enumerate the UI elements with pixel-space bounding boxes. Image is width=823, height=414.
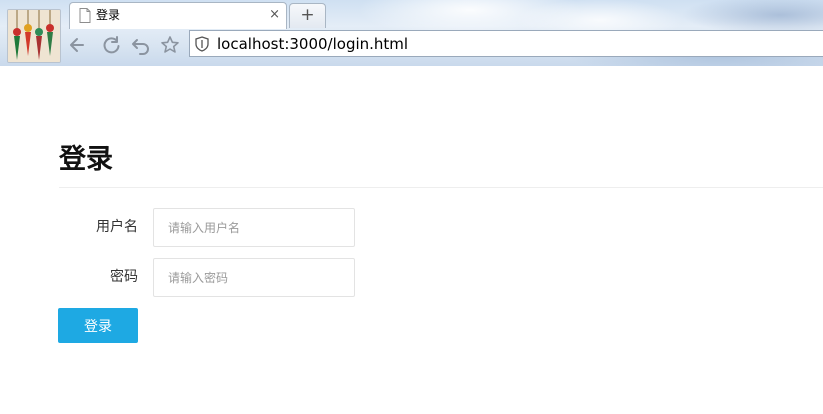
new-tab-button[interactable]: + — [289, 3, 326, 28]
address-url: localhost:3000/login.html — [217, 35, 409, 53]
title-divider — [59, 187, 823, 188]
back-icon[interactable] — [67, 35, 87, 55]
close-tab-icon[interactable]: × — [269, 7, 280, 23]
login-button[interactable]: 登录 — [58, 308, 138, 343]
address-bar[interactable]: localhost:3000/login.html — [189, 30, 823, 57]
profile-avatar[interactable] — [7, 9, 61, 63]
username-input[interactable] — [153, 208, 355, 247]
username-label: 用户名 — [96, 219, 138, 235]
page-icon — [79, 8, 91, 23]
reload-icon[interactable] — [102, 35, 122, 55]
password-input[interactable] — [153, 258, 355, 297]
avatar-image — [8, 10, 60, 62]
page-title: 登录 — [59, 144, 113, 175]
browser-chrome: 登录 × + localhost:3000/login.html — [0, 0, 823, 66]
undo-icon[interactable] — [131, 35, 151, 55]
shield-icon[interactable] — [195, 36, 209, 52]
browser-tab[interactable]: 登录 × — [69, 2, 287, 29]
password-label: 密码 — [110, 269, 138, 285]
star-icon[interactable] — [160, 35, 180, 55]
tab-title: 登录 — [96, 8, 121, 22]
